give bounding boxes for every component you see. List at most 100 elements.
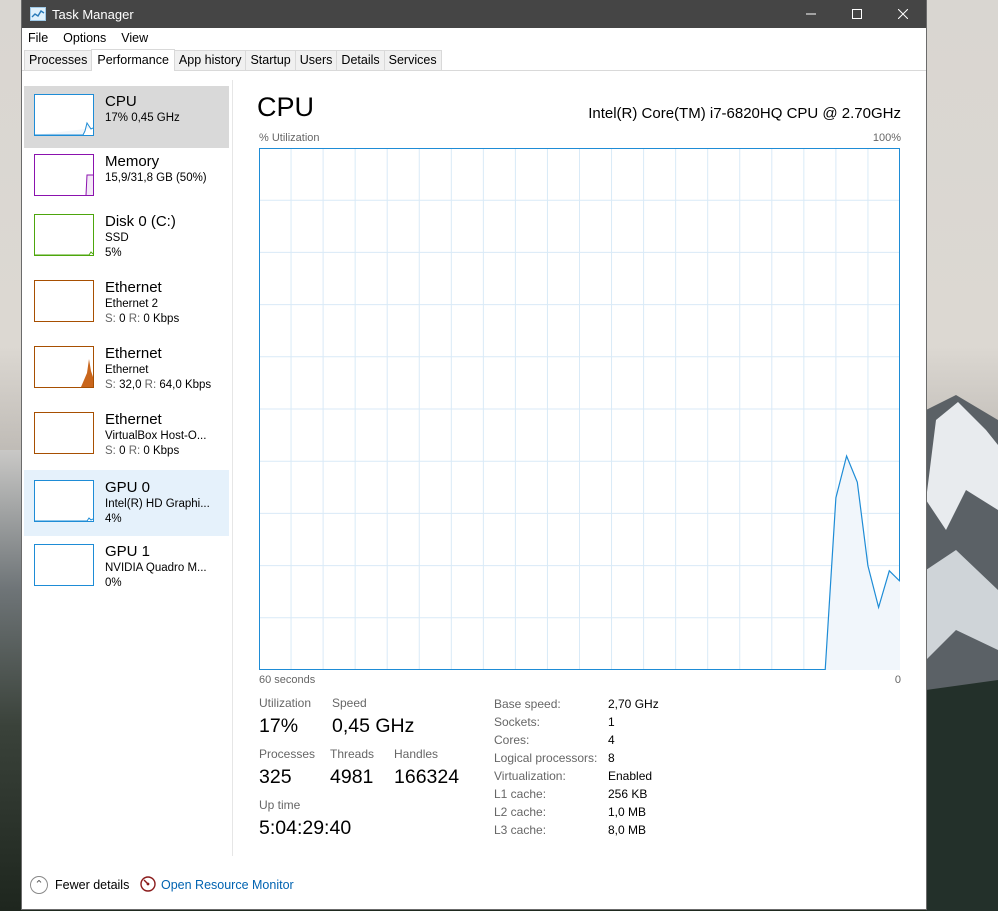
minimize-icon xyxy=(806,13,816,15)
menu-file[interactable]: File xyxy=(28,31,48,45)
uptime-value: 5:04:29:40 xyxy=(259,817,352,839)
sidebar-item-sub: 17% 0,45 GHz xyxy=(105,112,180,124)
sockets-label: Sockets: xyxy=(494,715,541,729)
virtualization-label: Virtualization: xyxy=(494,769,566,783)
sidebar-item-label: Ethernet xyxy=(105,279,162,296)
memory-thumbnail-graph xyxy=(34,154,94,196)
sidebar-item-label: Disk 0 (C:) xyxy=(105,213,176,230)
maximize-button[interactable] xyxy=(834,0,880,28)
menu-bar: File Options View xyxy=(22,28,926,48)
tab-performance[interactable]: Performance xyxy=(91,49,175,71)
logical-processors-value: 8 xyxy=(608,751,615,765)
sidebar-item-cpu[interactable]: CPU 17% 0,45 GHz xyxy=(24,86,229,148)
base-speed-value: 2,70 GHz xyxy=(608,697,659,711)
graph-time-end: 0 xyxy=(894,674,901,686)
tab-app-history[interactable]: App history xyxy=(173,50,247,70)
close-button[interactable] xyxy=(880,0,926,28)
task-manager-window: Task Manager File Options View Processes… xyxy=(22,0,926,909)
sidebar-item-ethernet[interactable]: Ethernet Ethernet S: 32,0 R: 64,0 Kbps xyxy=(24,338,229,400)
ethernet-thumbnail-graph xyxy=(34,280,94,322)
resource-sidebar: CPU 17% 0,45 GHz Memory 15,9/31,8 GB (50… xyxy=(22,74,232,854)
cpu-utilization-graph xyxy=(259,148,900,670)
gpu1-thumbnail-graph xyxy=(34,544,94,586)
cpu-model-name: Intel(R) Core(TM) i7-6820HQ CPU @ 2.70GH… xyxy=(588,105,901,122)
l2-cache-label: L2 cache: xyxy=(494,805,547,819)
sidebar-item-label: Ethernet xyxy=(105,345,162,362)
tab-bar: Processes Performance App history Startu… xyxy=(22,48,926,71)
sidebar-item-sub2: 5% xyxy=(105,247,122,259)
logical-processors-label: Logical processors: xyxy=(494,751,598,765)
sidebar-divider[interactable] xyxy=(232,80,233,856)
sidebar-item-throughput: S: 32,0 R: 64,0 Kbps xyxy=(105,379,212,391)
fewer-details-button[interactable]: Fewer details xyxy=(55,878,129,892)
title-bar[interactable]: Task Manager xyxy=(22,0,926,28)
virtualization-value: Enabled xyxy=(608,769,653,783)
sidebar-item-label: Memory xyxy=(105,153,160,170)
cores-value: 4 xyxy=(608,733,615,747)
menu-options[interactable]: Options xyxy=(63,31,106,45)
window-title: Task Manager xyxy=(52,6,134,22)
sidebar-item-gpu0[interactable]: GPU 0 Intel(R) HD Graphi... 4% xyxy=(24,470,229,536)
maximize-icon xyxy=(852,9,862,19)
base-speed-label: Base speed: xyxy=(494,697,561,711)
desktop-background-left xyxy=(0,450,22,911)
minimize-button[interactable] xyxy=(788,0,834,28)
sidebar-item-sub: Ethernet xyxy=(105,364,149,376)
handles-value: 166324 xyxy=(394,766,460,788)
threads-label: Threads xyxy=(330,747,375,761)
sidebar-item-sub: Ethernet 2 xyxy=(105,298,159,310)
sidebar-item-label: GPU 0 xyxy=(105,479,151,496)
tab-services[interactable]: Services xyxy=(383,50,442,70)
chevron-up-icon[interactable]: ⌃ xyxy=(30,876,48,894)
graph-time-start: 60 seconds xyxy=(259,674,316,686)
l3-cache-value: 8,0 MB xyxy=(608,823,647,837)
speed-value: 0,45 GHz xyxy=(332,715,415,737)
sockets-value: 1 xyxy=(608,715,615,729)
task-manager-icon xyxy=(30,7,46,21)
cpu-thumbnail-graph xyxy=(34,94,94,136)
l2-cache-value: 1,0 MB xyxy=(608,805,647,819)
sidebar-item-ethernet-virtualbox[interactable]: Ethernet VirtualBox Host-O... S: 0 R: 0 … xyxy=(24,404,229,466)
sidebar-item-memory[interactable]: Memory 15,9/31,8 GB (50%) xyxy=(24,146,229,208)
resource-monitor-icon[interactable] xyxy=(140,876,156,892)
menu-view[interactable]: View xyxy=(121,31,148,45)
sidebar-item-sub2: 4% xyxy=(105,513,122,525)
sidebar-item-label: Ethernet xyxy=(105,411,162,428)
sidebar-item-disk0[interactable]: Disk 0 (C:) SSD 5% xyxy=(24,206,229,268)
graph-y-label: % Utilization xyxy=(259,132,320,144)
l3-cache-label: L3 cache: xyxy=(494,823,547,837)
sidebar-item-throughput: S: 0 R: 0 Kbps xyxy=(105,445,180,457)
processes-label: Processes xyxy=(259,747,316,761)
sidebar-item-throughput: S: 0 R: 0 Kbps xyxy=(105,313,180,325)
open-resource-monitor-link[interactable]: Open Resource Monitor xyxy=(161,878,294,892)
utilization-label: Utilization xyxy=(259,696,312,710)
page-title: CPU xyxy=(257,92,315,122)
disk-thumbnail-graph xyxy=(34,214,94,256)
graph-max-label: 100% xyxy=(872,132,901,144)
sidebar-item-label: CPU xyxy=(105,93,137,110)
cores-label: Cores: xyxy=(494,733,530,747)
sidebar-item-gpu1[interactable]: GPU 1 NVIDIA Quadro M... 0% xyxy=(24,536,229,598)
tab-users[interactable]: Users xyxy=(294,50,338,70)
sidebar-item-sub: 15,9/31,8 GB (50%) xyxy=(105,172,207,184)
threads-value: 4981 xyxy=(330,766,374,788)
l1-cache-value: 256 KB xyxy=(608,787,648,801)
tab-startup[interactable]: Startup xyxy=(245,50,296,70)
tab-processes[interactable]: Processes xyxy=(24,50,93,70)
handles-label: Handles xyxy=(394,747,439,761)
close-icon xyxy=(898,9,908,19)
mountain-wallpaper xyxy=(926,395,998,911)
sidebar-item-sub: Intel(R) HD Graphi... xyxy=(105,498,210,510)
footer-bar: ⌃ Fewer details Open Resource Monitor xyxy=(22,862,926,909)
utilization-value: 17% xyxy=(259,715,299,737)
ethernet-thumbnail-graph xyxy=(34,412,94,454)
sidebar-item-ethernet-2[interactable]: Ethernet Ethernet 2 S: 0 R: 0 Kbps xyxy=(24,272,229,334)
l1-cache-label: L1 cache: xyxy=(494,787,547,801)
sidebar-item-sub: VirtualBox Host-O... xyxy=(105,430,207,442)
sidebar-item-sub2: 0% xyxy=(105,577,122,589)
uptime-label: Up time xyxy=(259,798,301,812)
tab-details[interactable]: Details xyxy=(336,50,385,70)
gpu0-thumbnail-graph xyxy=(34,480,94,522)
speed-label: Speed xyxy=(332,696,367,710)
ethernet-thumbnail-graph xyxy=(34,346,94,388)
